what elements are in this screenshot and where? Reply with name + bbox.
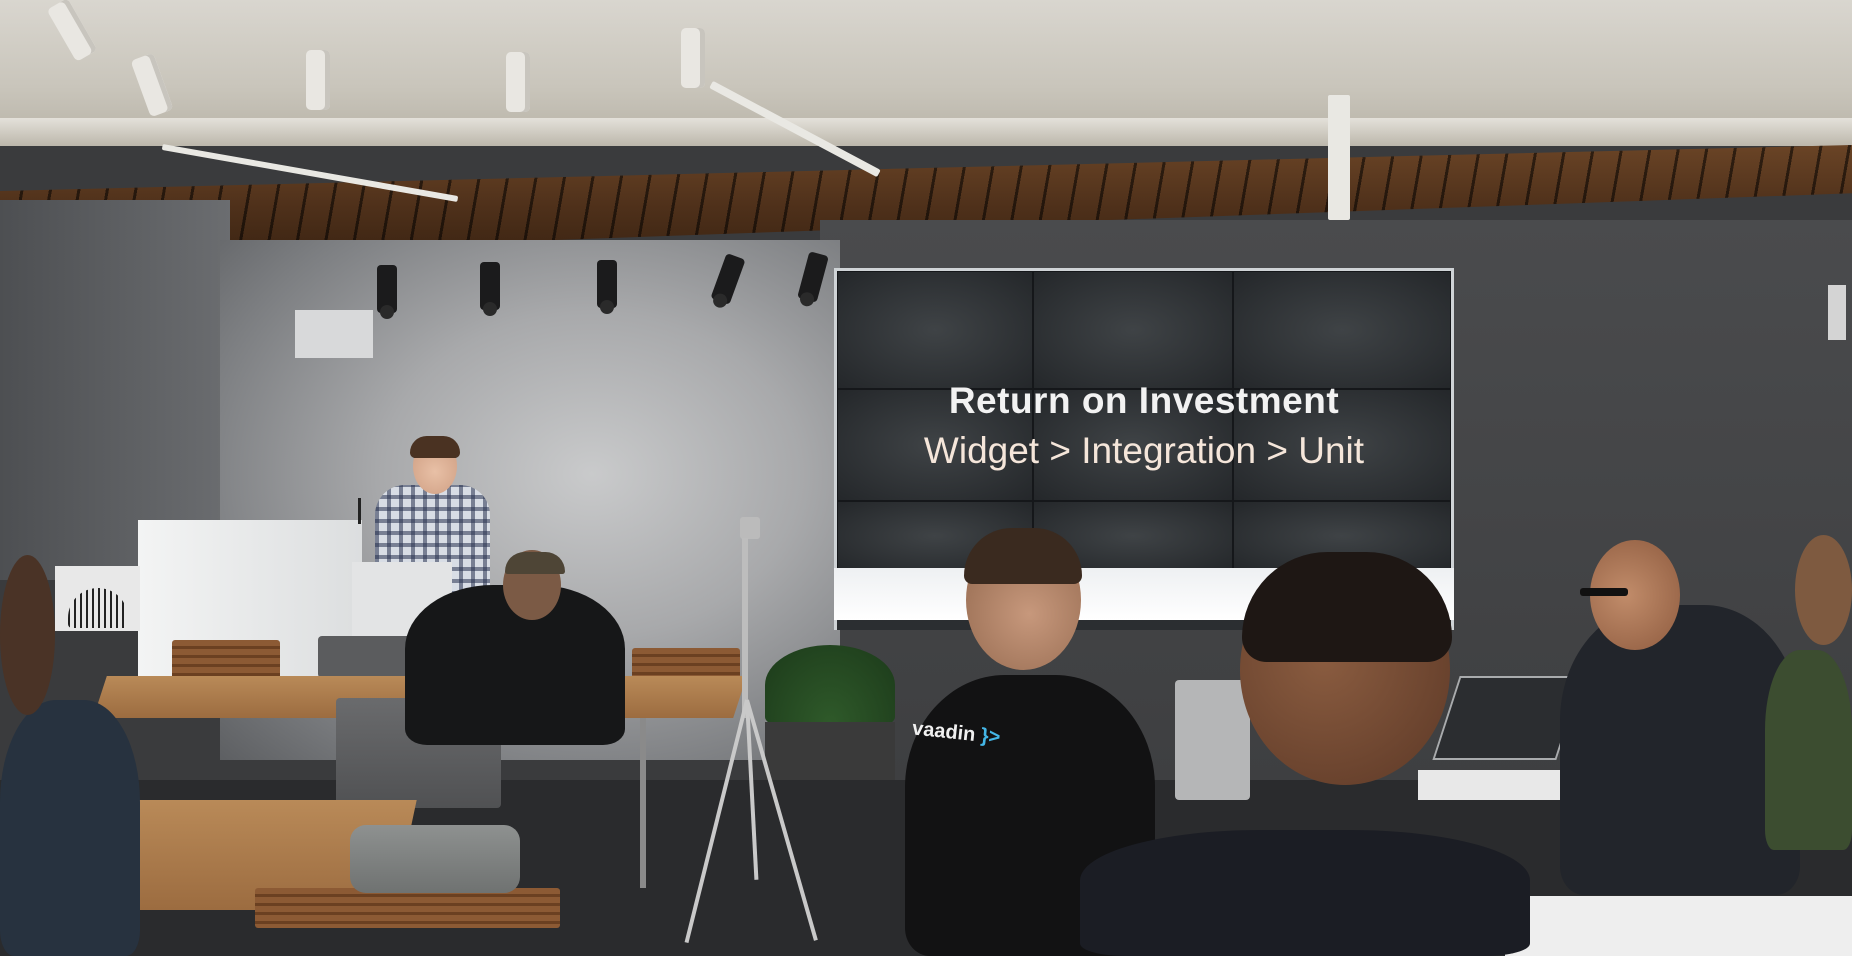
track-light: [306, 50, 330, 110]
tripod-column: [742, 538, 748, 718]
plant: [765, 645, 895, 725]
person-head: [0, 555, 55, 715]
screen-panel: [1233, 271, 1451, 389]
slide-content: Return on Investment Widget > Integratio…: [834, 380, 1454, 472]
vaadin-mark: }>: [979, 724, 1002, 749]
slide-title: Return on Investment: [948, 380, 1340, 421]
microphone: [358, 498, 361, 524]
chair: [318, 636, 418, 678]
wall-sensor: [1828, 285, 1846, 340]
audience-member-suit: [1080, 830, 1530, 956]
ceiling-edge: [0, 118, 1852, 146]
wooden-chair: [172, 640, 280, 680]
audience-member-far-right: [1765, 650, 1852, 850]
screen-panel: [837, 271, 1033, 389]
backpack: [350, 825, 520, 893]
table-leg: [640, 718, 646, 888]
spotlight: [377, 265, 397, 319]
screen-panel: [1033, 271, 1233, 389]
cap: [505, 552, 565, 574]
spotlight: [597, 260, 617, 314]
phone-camera: [740, 517, 760, 539]
presenter-hair: [410, 436, 460, 458]
slide-subtitle: Widget > Integration > Unit: [923, 430, 1365, 471]
bench: [255, 888, 560, 928]
table: [1505, 896, 1852, 956]
audience-member-left: [0, 700, 140, 956]
glasses: [1580, 588, 1628, 596]
ceiling-light-strip: [1328, 95, 1350, 220]
track-light: [506, 52, 530, 112]
chair: [1175, 680, 1250, 800]
wall-speaker: [295, 310, 373, 358]
track-light: [681, 28, 705, 88]
person-head: [1795, 535, 1852, 645]
spotlight: [480, 262, 500, 316]
audience-member-right: [1560, 605, 1800, 895]
